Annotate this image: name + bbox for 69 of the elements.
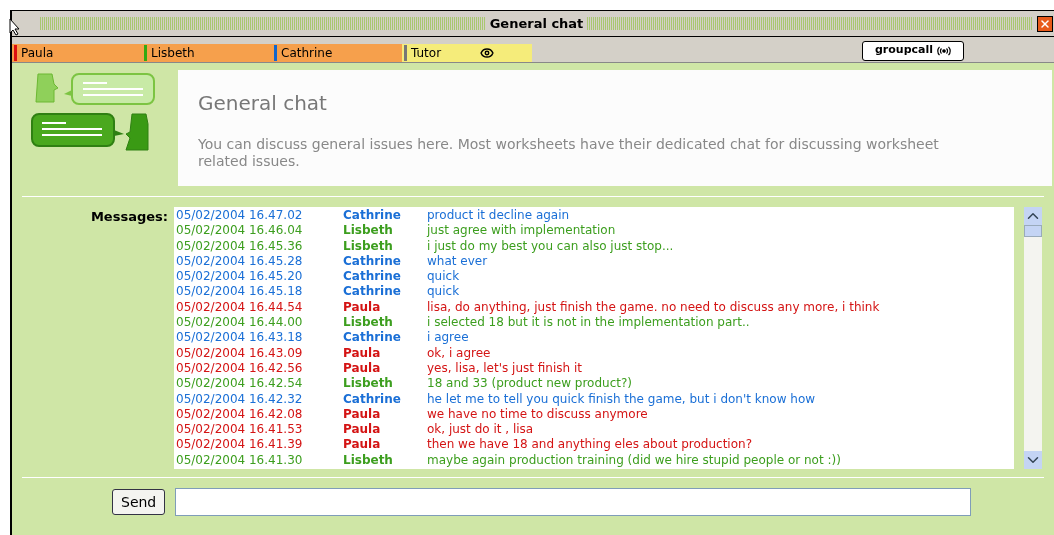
message-time: 05/02/2004 16.44.54 — [176, 299, 304, 316]
message-time: 05/02/2004 16.44.00 — [176, 315, 304, 331]
message-sender: Paula — [343, 406, 382, 423]
message-text: just agree with implementation — [427, 223, 616, 239]
message-sender: Cathrine — [343, 284, 402, 300]
message-text: maybe again production training (did we hire stupid people or not :)) — [427, 452, 841, 469]
message-text: quick — [427, 284, 460, 300]
message-time: 05/02/2004 16.41.53 — [176, 422, 304, 438]
send-button[interactable]: Send — [112, 489, 166, 515]
message-sender: Paula — [343, 360, 382, 377]
message-text: quick — [427, 269, 460, 285]
message-text: i selected 18 but it is not in the implementation part.. — [427, 315, 750, 331]
message-time: 05/02/2004 16.47.02 — [176, 208, 304, 224]
header-description: You can discuss general issues here. Most worksheets have their dedicated chat for discussing worksheet related issues. — [198, 136, 940, 170]
message-sender: Paula — [343, 345, 382, 361]
message-sender: Lisbeth — [343, 223, 394, 239]
message-text: ok, just do it , lisa — [427, 422, 534, 438]
messages-label: Messages: — [89, 208, 169, 226]
message-text: yes, lisa, let's just finish it — [427, 360, 582, 377]
tab-label[interactable]: Tutor — [411, 44, 476, 62]
message-text: i just do my best you can also just stop... — [427, 238, 674, 254]
scrollbar[interactable] — [1024, 207, 1042, 469]
message-time: 05/02/2004 16.42.32 — [176, 391, 304, 407]
message-time: 05/02/2004 16.45.20 — [176, 269, 304, 285]
message-input[interactable] — [175, 488, 972, 516]
message-time: 05/02/2004 16.42.56 — [176, 360, 304, 377]
message-sender: Paula — [343, 422, 382, 438]
message-text: 18 and 33 (product new product?) — [427, 376, 633, 392]
message-text: he let me to tell you quick finish the game, but i don't know how — [427, 391, 816, 407]
message-sender: Lisbeth — [343, 452, 394, 469]
message-text: we have no time to discuss anymore — [427, 406, 648, 423]
chat-bubbles-icon — [28, 70, 158, 154]
message-text: lisa, do anything, just finish the game. no need to discuss any more, i think — [427, 299, 880, 316]
message-sender: Paula — [343, 437, 382, 453]
message-sender: Cathrine — [343, 253, 402, 270]
message-time: 05/02/2004 16.42.54 — [176, 376, 304, 392]
message-time: 05/02/2004 16.46.04 — [176, 223, 304, 239]
scroll-up-icon[interactable] — [1024, 207, 1042, 225]
message-text: then we have 18 and anything eles about production? — [427, 437, 752, 453]
window-title: General chat — [489, 14, 584, 33]
message-sender: Lisbeth — [343, 376, 394, 392]
message-time: 05/02/2004 16.42.08 — [176, 406, 304, 423]
message-sender: Cathrine — [343, 391, 402, 407]
broadcast-icon — [937, 45, 951, 56]
groupcall-button[interactable]: groupcall — [861, 40, 964, 61]
message-time: 05/02/2004 16.41.30 — [176, 452, 304, 469]
message-sender: Cathrine — [343, 330, 402, 346]
close-icon — [1039, 17, 1051, 30]
message-sender: Cathrine — [343, 269, 402, 285]
close-button[interactable] — [1037, 15, 1053, 32]
message-sender: Lisbeth — [343, 315, 394, 331]
message-sender: Lisbeth — [343, 238, 394, 254]
message-time: 05/02/2004 16.43.18 — [176, 330, 304, 346]
eye-icon — [480, 46, 494, 60]
header-title: General chat — [198, 90, 328, 117]
message-time: 05/02/2004 16.45.36 — [176, 238, 304, 254]
scroll-thumb[interactable] — [1024, 225, 1042, 237]
message-text: i agree — [427, 330, 469, 346]
message-time: 05/02/2004 16.43.09 — [176, 345, 304, 361]
scroll-down-icon[interactable] — [1024, 451, 1042, 469]
message-sender: Cathrine — [343, 208, 402, 224]
message-text: product it decline again — [427, 208, 570, 224]
message-time: 05/02/2004 16.41.39 — [176, 437, 304, 453]
participant-tab[interactable]: Tutor — [402, 44, 532, 62]
message-sender: Paula — [343, 299, 382, 316]
message-time: 05/02/2004 16.45.28 — [176, 253, 304, 270]
message-time: 05/02/2004 16.45.18 — [176, 284, 304, 300]
message-text: ok, i agree — [427, 345, 491, 361]
message-text: what ever — [427, 253, 488, 270]
